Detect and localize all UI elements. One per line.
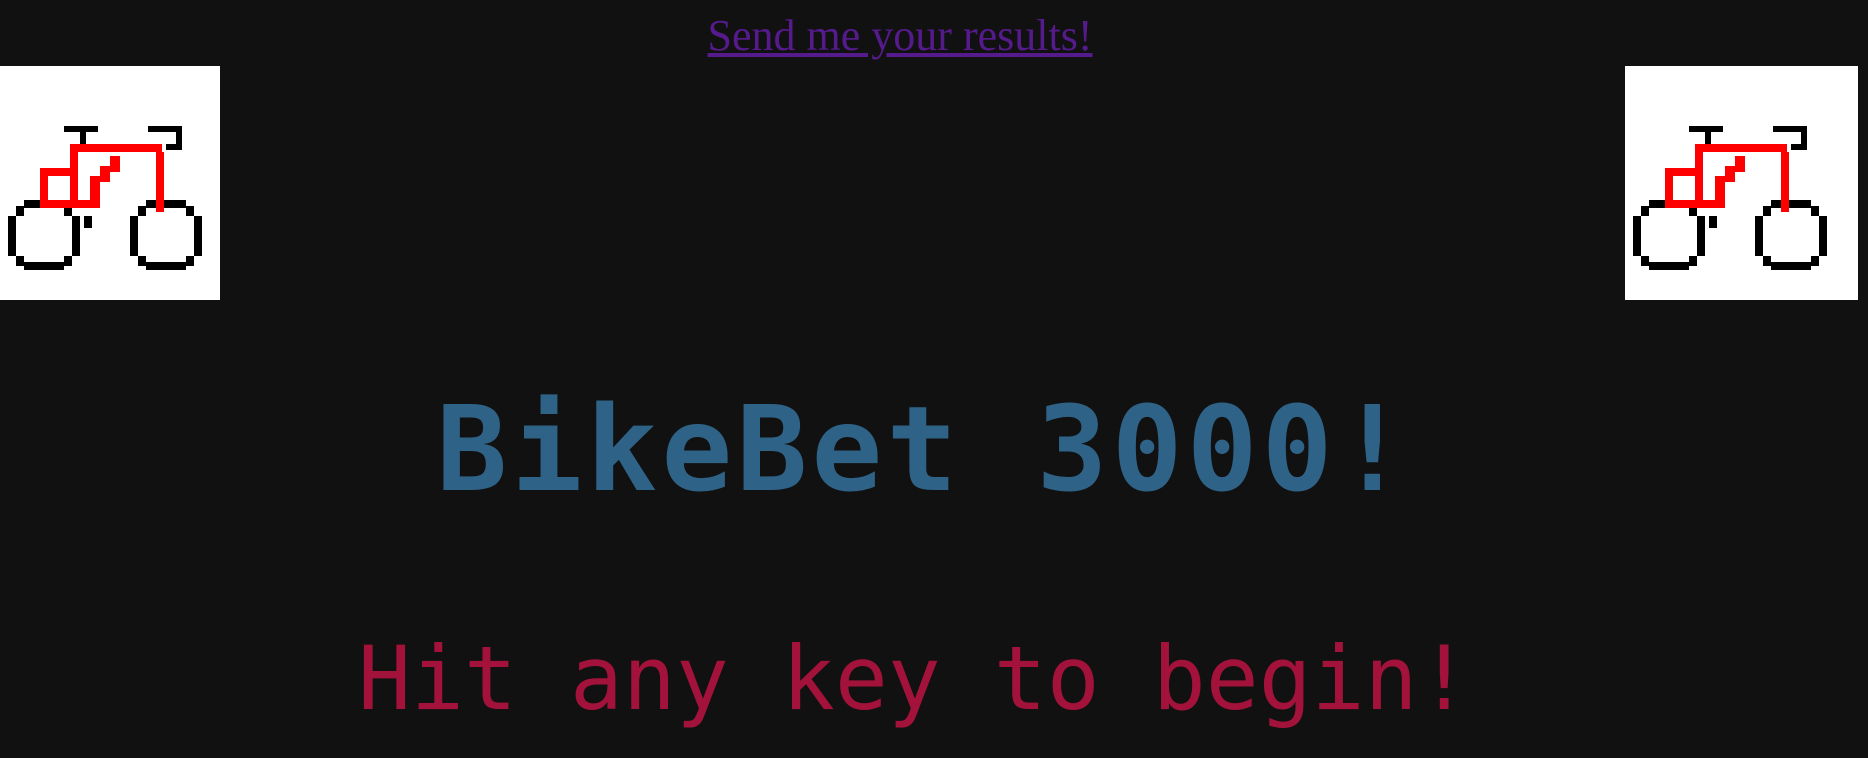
start-prompt: Hit any key to begin! — [358, 627, 1471, 730]
bike-image-left — [0, 66, 220, 300]
game-screen[interactable]: Send me your results! BikeBet 3000! Hit … — [0, 0, 1868, 758]
bike-image-right — [1625, 66, 1858, 300]
send-results-link[interactable]: Send me your results! — [0, 10, 1800, 61]
pixel-bicycle-icon — [1633, 126, 1827, 270]
game-title: BikeBet 3000! — [436, 380, 1412, 518]
pixel-bicycle-icon — [8, 126, 202, 270]
